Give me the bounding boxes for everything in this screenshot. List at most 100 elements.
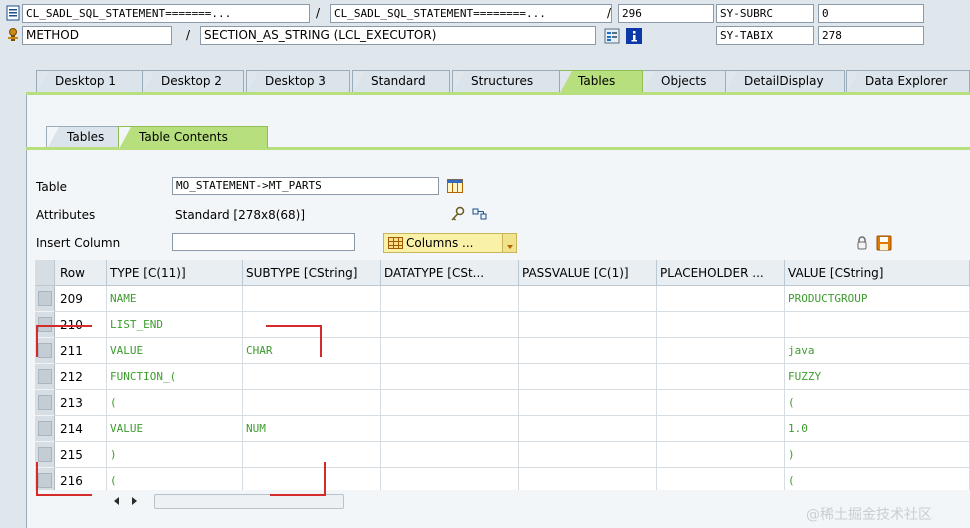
cell-datatype[interactable]	[381, 286, 519, 312]
cell-row[interactable]: 212	[55, 364, 107, 390]
table-row[interactable]: 212 FUNCTION_( FUZZY	[35, 364, 970, 390]
cell-datatype[interactable]	[381, 390, 519, 416]
cell-placeholder[interactable]	[657, 442, 785, 468]
tab-data-explorer[interactable]: Data Explorer	[846, 70, 970, 93]
sy-tabix-value[interactable]: 278	[818, 26, 924, 45]
cell-row[interactable]: 213	[55, 390, 107, 416]
row-selector[interactable]	[35, 416, 55, 442]
cell-type[interactable]: FUNCTION_(	[107, 364, 243, 390]
program-field[interactable]: CL_SADL_SQL_STATEMENT=======...	[22, 4, 310, 23]
cell-value[interactable]: PRODUCTGROUP	[785, 286, 970, 312]
info-icon[interactable]	[626, 28, 642, 44]
cell-subtype[interactable]: NUM	[243, 416, 381, 442]
cell-subtype[interactable]	[243, 390, 381, 416]
cell-placeholder[interactable]	[657, 416, 785, 442]
column-header[interactable]: PASSVALUE [C(1)]	[519, 260, 657, 286]
row-selector[interactable]	[35, 286, 55, 312]
cell-row[interactable]: 211	[55, 338, 107, 364]
event-name-field[interactable]: SECTION_AS_STRING (LCL_EXECUTOR)	[200, 26, 596, 45]
column-header[interactable]: SUBTYPE [CString]	[243, 260, 381, 286]
cell-datatype[interactable]	[381, 364, 519, 390]
table-row[interactable]: 211 VALUE CHAR java	[35, 338, 970, 364]
tab-desktop-1[interactable]: Desktop 1	[36, 70, 144, 93]
tab-desktop-3[interactable]: Desktop 3	[246, 70, 350, 93]
dropdown-icon[interactable]	[502, 234, 516, 252]
attribute-icon[interactable]	[472, 206, 488, 222]
cell-placeholder[interactable]	[657, 468, 785, 490]
cell-value[interactable]: java	[785, 338, 970, 364]
line-number-field[interactable]: 296	[618, 4, 714, 23]
cell-value[interactable]: (	[785, 390, 970, 416]
cell-passvalue[interactable]	[519, 390, 657, 416]
cell-type[interactable]: VALUE	[107, 338, 243, 364]
scroll-left-icon[interactable]	[114, 497, 119, 505]
column-header[interactable]: PLACEHOLDER ...	[657, 260, 785, 286]
table-row[interactable]: 215))	[35, 442, 970, 468]
tab-standard[interactable]: Standard	[352, 70, 450, 93]
cell-placeholder[interactable]	[657, 312, 785, 338]
cell-placeholder[interactable]	[657, 364, 785, 390]
cell-value[interactable]: )	[785, 442, 970, 468]
table-row[interactable]: 210LIST_END	[35, 312, 970, 338]
cell-datatype[interactable]	[381, 312, 519, 338]
column-header[interactable]: VALUE [CString]	[785, 260, 970, 286]
cell-placeholder[interactable]	[657, 338, 785, 364]
table-row[interactable]: 216((	[35, 468, 970, 490]
cell-type[interactable]: )	[107, 442, 243, 468]
cell-type[interactable]: NAME	[107, 286, 243, 312]
save-icon[interactable]	[876, 235, 892, 251]
cell-passvalue[interactable]	[519, 286, 657, 312]
cell-passvalue[interactable]	[519, 442, 657, 468]
tab-structures[interactable]: Structures	[452, 70, 560, 93]
cell-row[interactable]: 214	[55, 416, 107, 442]
table-row[interactable]: 213((	[35, 390, 970, 416]
tab-detaildisplay[interactable]: DetailDisplay	[725, 70, 845, 93]
cell-subtype[interactable]	[243, 468, 381, 490]
table-row[interactable]: 214 VALUE NUM 1.0	[35, 416, 970, 442]
scroll-thumb[interactable]	[154, 494, 344, 509]
cell-row[interactable]: 215	[55, 442, 107, 468]
cell-placeholder[interactable]	[657, 286, 785, 312]
cell-datatype[interactable]	[381, 416, 519, 442]
cell-datatype[interactable]	[381, 468, 519, 490]
cell-value[interactable]: 1.0	[785, 416, 970, 442]
tab-desktop-2[interactable]: Desktop 2	[142, 70, 244, 93]
column-header[interactable]: TYPE [C(11)]	[107, 260, 243, 286]
subtab-table-contents[interactable]: Table Contents	[118, 126, 268, 149]
row-selector[interactable]	[35, 390, 55, 416]
columns-button[interactable]: Columns ...	[383, 233, 517, 253]
tab-tables[interactable]: Tables	[559, 70, 643, 93]
cell-value[interactable]	[785, 312, 970, 338]
cell-type[interactable]: (	[107, 390, 243, 416]
cell-type[interactable]: VALUE	[107, 416, 243, 442]
cell-placeholder[interactable]	[657, 390, 785, 416]
cell-subtype[interactable]	[243, 442, 381, 468]
sap-list-icon[interactable]	[604, 28, 620, 44]
cell-value[interactable]: FUZZY	[785, 364, 970, 390]
cell-row[interactable]: 216	[55, 468, 107, 490]
event-type-field[interactable]: METHOD	[22, 26, 172, 45]
row-selector[interactable]	[35, 468, 55, 490]
insert-column-input[interactable]	[172, 233, 355, 251]
table-row[interactable]: 209 NAME PRODUCTGROUP	[35, 286, 970, 312]
tab-objects[interactable]: Objects	[642, 70, 726, 93]
cell-datatype[interactable]	[381, 442, 519, 468]
table-name-input[interactable]: MO_STATEMENT->MT_PARTS	[172, 177, 439, 195]
cell-type[interactable]: (	[107, 468, 243, 490]
cell-passvalue[interactable]	[519, 338, 657, 364]
key-icon[interactable]	[450, 206, 466, 222]
row-selector[interactable]	[35, 364, 55, 390]
cell-value[interactable]: (	[785, 468, 970, 490]
cell-datatype[interactable]	[381, 338, 519, 364]
table-contents-grid[interactable]: Row TYPE [C(11)] SUBTYPE [CString] DATAT…	[35, 260, 970, 490]
cell-row[interactable]: 209	[55, 286, 107, 312]
cell-subtype[interactable]	[243, 364, 381, 390]
cell-passvalue[interactable]	[519, 312, 657, 338]
cell-passvalue[interactable]	[519, 364, 657, 390]
subtab-tables[interactable]: Tables	[46, 126, 120, 149]
row-selector[interactable]	[35, 442, 55, 468]
cell-subtype[interactable]	[243, 286, 381, 312]
lock-icon[interactable]	[854, 235, 870, 251]
cell-passvalue[interactable]	[519, 468, 657, 490]
row-selector-header[interactable]	[35, 260, 55, 286]
